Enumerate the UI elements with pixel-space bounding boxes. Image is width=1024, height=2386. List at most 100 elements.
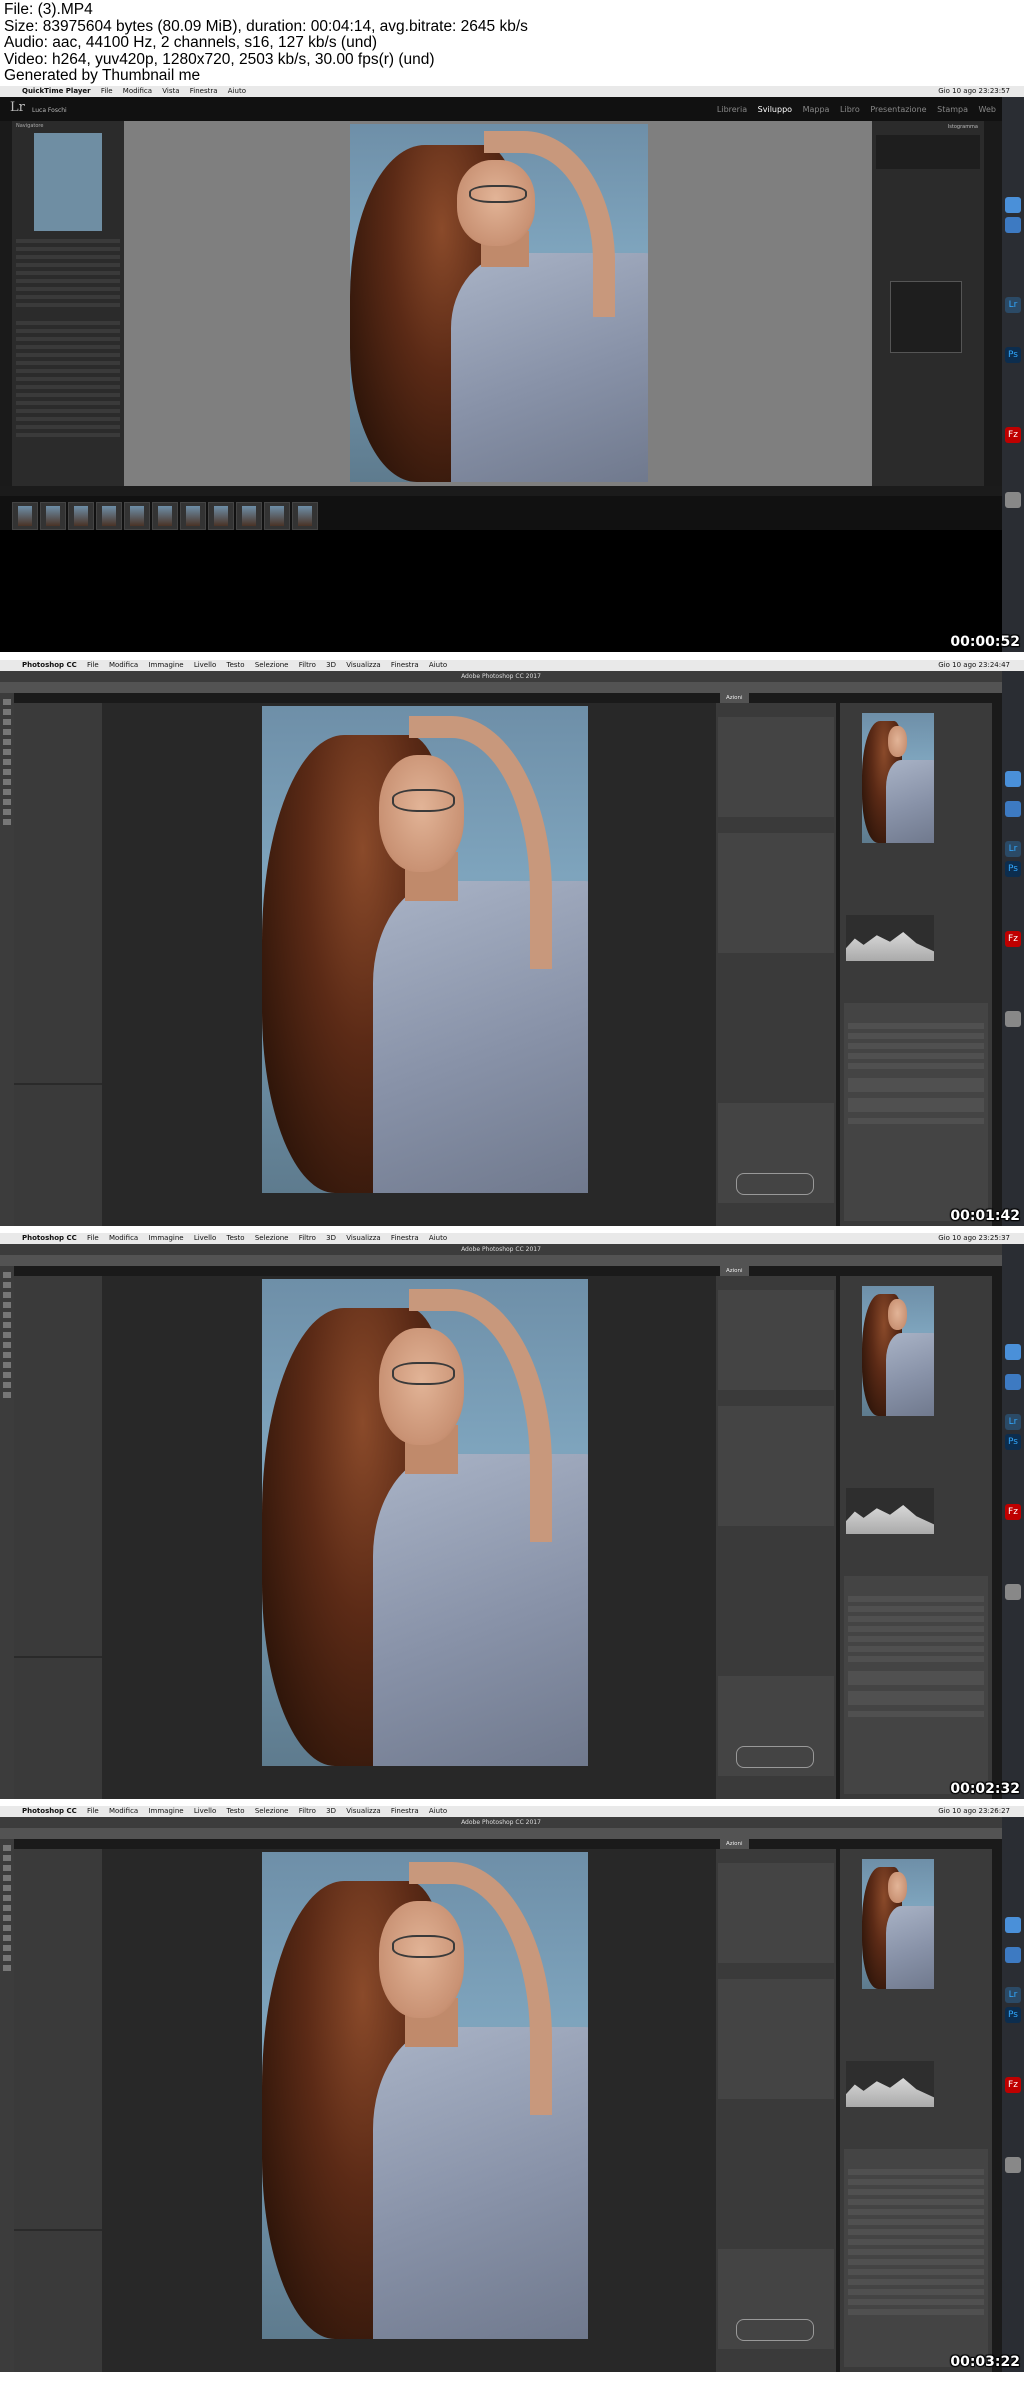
navigator-thumbnail[interactable] xyxy=(862,713,934,843)
menu-item-livello[interactable]: Livello xyxy=(194,1234,216,1242)
filmstrip-thumb[interactable] xyxy=(124,502,150,530)
navigator-thumbnail[interactable] xyxy=(862,1859,934,1989)
menu-item-modifica[interactable]: Modifica xyxy=(109,1807,138,1815)
eraser-tool-icon[interactable] xyxy=(3,759,11,765)
history-row[interactable] xyxy=(16,417,120,421)
layer-row[interactable] xyxy=(848,1671,984,1685)
module-libro[interactable]: Libro xyxy=(840,105,860,114)
move-tool-icon[interactable] xyxy=(3,699,11,705)
menu-item-livello[interactable]: Livello xyxy=(194,661,216,669)
brush-tool-icon[interactable] xyxy=(3,1885,11,1891)
zoom-tool-icon[interactable] xyxy=(3,819,11,825)
module-mappa[interactable]: Mappa xyxy=(803,105,830,114)
menu-item-selezione[interactable]: Selezione xyxy=(255,1234,289,1242)
layer-row[interactable] xyxy=(848,1053,984,1059)
menu-item-visualizza[interactable]: Visualizza xyxy=(346,1234,380,1242)
lightroom-canvas[interactable] xyxy=(124,121,872,486)
filmstrip-thumb[interactable] xyxy=(12,502,38,530)
lightroom-icon[interactable]: Lr xyxy=(1005,841,1021,857)
history-row[interactable] xyxy=(16,361,120,365)
layer-row[interactable] xyxy=(848,2289,984,2295)
menu-app-name[interactable]: Photoshop CC xyxy=(22,1807,77,1815)
history-row[interactable] xyxy=(16,433,120,437)
safari-icon[interactable] xyxy=(1005,217,1021,233)
menu-item-finestra[interactable]: Finestra xyxy=(391,1234,419,1242)
filezilla-icon[interactable]: Fz xyxy=(1005,427,1021,443)
menu-item-immagine[interactable]: Immagine xyxy=(148,1234,183,1242)
filmstrip-thumb[interactable] xyxy=(40,502,66,530)
layer-row[interactable] xyxy=(848,2179,984,2185)
gradient-tool-icon[interactable] xyxy=(3,1342,11,1348)
preset-row[interactable] xyxy=(16,247,120,251)
type-tool-icon[interactable] xyxy=(3,1372,11,1378)
pen-tool-icon[interactable] xyxy=(3,1362,11,1368)
tab-azioni[interactable]: Azioni xyxy=(720,693,749,703)
photoshop-icon[interactable]: Ps xyxy=(1005,2007,1021,2023)
zoom-tool-icon[interactable] xyxy=(3,1965,11,1971)
layer-row[interactable] xyxy=(848,1078,984,1092)
menu-app-name[interactable]: Photoshop CC xyxy=(22,1234,77,1242)
menu-item-file[interactable]: File xyxy=(101,87,113,95)
layer-row[interactable] xyxy=(848,2219,984,2225)
marquee-tool-icon[interactable] xyxy=(3,1855,11,1861)
menu-item-3d[interactable]: 3D xyxy=(326,1234,336,1242)
filmstrip-thumb[interactable] xyxy=(236,502,262,530)
layer-row[interactable] xyxy=(848,2269,984,2275)
preset-row[interactable] xyxy=(16,279,120,283)
move-tool-icon[interactable] xyxy=(3,1845,11,1851)
document-canvas[interactable] xyxy=(102,703,716,1226)
portrait-photo[interactable] xyxy=(350,124,648,482)
pen-tool-icon[interactable] xyxy=(3,1935,11,1941)
hand-tool-icon[interactable] xyxy=(3,1955,11,1961)
eraser-tool-icon[interactable] xyxy=(3,1905,11,1911)
dodge-tool-icon[interactable] xyxy=(3,779,11,785)
module-sviluppo[interactable]: Sviluppo xyxy=(758,105,792,114)
preset-row[interactable] xyxy=(16,255,120,259)
layer-row[interactable] xyxy=(848,1711,984,1717)
layer-row[interactable] xyxy=(848,2309,984,2315)
lightroom-icon[interactable]: Lr xyxy=(1005,1414,1021,1430)
menu-item-finestra[interactable]: Finestra xyxy=(190,87,218,95)
gradient-tool-icon[interactable] xyxy=(3,1915,11,1921)
crop-tool-icon[interactable] xyxy=(3,1875,11,1881)
filmstrip-thumb[interactable] xyxy=(180,502,206,530)
preset-row[interactable] xyxy=(16,239,120,243)
hand-tool-icon[interactable] xyxy=(3,1382,11,1388)
finder-icon[interactable] xyxy=(1005,1344,1021,1360)
zoom-tool-icon[interactable] xyxy=(3,1392,11,1398)
history-row[interactable] xyxy=(16,329,120,333)
history-row[interactable] xyxy=(16,409,120,413)
stamp-tool-icon[interactable] xyxy=(3,749,11,755)
layer-row[interactable] xyxy=(848,1646,984,1652)
menu-item-aiuto[interactable]: Aiuto xyxy=(429,661,447,669)
dodge-tool-icon[interactable] xyxy=(3,1352,11,1358)
marquee-tool-icon[interactable] xyxy=(3,1282,11,1288)
layer-row[interactable] xyxy=(848,1626,984,1632)
menu-item-filtro[interactable]: Filtro xyxy=(299,661,316,669)
history-row[interactable] xyxy=(16,401,120,405)
menu-app-name[interactable]: Photoshop CC xyxy=(22,661,77,669)
layer-row[interactable] xyxy=(848,2249,984,2255)
hand-tool-icon[interactable] xyxy=(3,809,11,815)
type-tool-icon[interactable] xyxy=(3,1945,11,1951)
menu-item-selezione[interactable]: Selezione xyxy=(255,661,289,669)
layer-row[interactable] xyxy=(848,1098,984,1112)
layer-row[interactable] xyxy=(848,1033,984,1039)
menu-item-finestra[interactable]: Finestra xyxy=(391,661,419,669)
filmstrip-thumb[interactable] xyxy=(292,502,318,530)
layer-row[interactable] xyxy=(848,1596,984,1602)
dodge-tool-icon[interactable] xyxy=(3,1925,11,1931)
layer-row[interactable] xyxy=(848,1616,984,1622)
finder-icon[interactable] xyxy=(1005,197,1021,213)
menu-item-immagine[interactable]: Immagine xyxy=(148,1807,183,1815)
move-tool-icon[interactable] xyxy=(3,1272,11,1278)
menu-item-finestra[interactable]: Finestra xyxy=(391,1807,419,1815)
finder-icon[interactable] xyxy=(1005,771,1021,787)
lightroom-icon[interactable]: Lr xyxy=(1005,1987,1021,2003)
tab-azioni[interactable]: Azioni xyxy=(720,1266,749,1276)
layer-row[interactable] xyxy=(848,2189,984,2195)
menu-item-modifica[interactable]: Modifica xyxy=(123,87,152,95)
photoshop-icon[interactable]: Ps xyxy=(1005,1434,1021,1450)
menu-item-visualizza[interactable]: Visualizza xyxy=(346,661,380,669)
lasso-tool-icon[interactable] xyxy=(3,1292,11,1298)
